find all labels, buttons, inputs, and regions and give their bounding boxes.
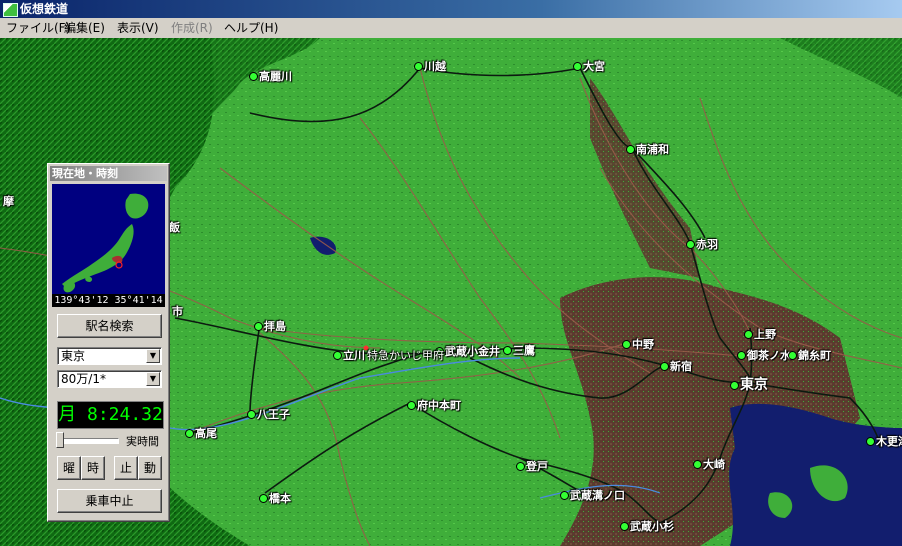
station-takao[interactable]: 高尾: [185, 425, 217, 441]
station-omiya[interactable]: 大宮: [573, 58, 605, 74]
station-search-button[interactable]: 駅名検索: [57, 314, 162, 338]
station-ochanomizu[interactable]: 御茶ノ水: [737, 347, 791, 363]
clock-display: 月 8:24.32: [57, 401, 164, 429]
station-marker-icon: [333, 351, 342, 360]
station-marker-icon: [693, 460, 702, 469]
station-shinjuku[interactable]: 新宿: [660, 358, 692, 374]
stop-ride-button[interactable]: 乗車中止: [57, 489, 162, 513]
station-kawagoe[interactable]: 川越: [414, 58, 446, 74]
station-tokyo[interactable]: 東京: [730, 374, 768, 394]
stop-button[interactable]: 止: [114, 456, 138, 480]
window-title: 仮想鉄道: [20, 2, 69, 16]
station-tachikawa[interactable]: 立川: [333, 347, 365, 363]
menu-create[interactable]: 作成(R): [171, 18, 213, 38]
station-marker-icon: [414, 62, 423, 71]
station-kinshicho[interactable]: 錦糸町: [788, 347, 831, 363]
station-marker-icon: [407, 401, 416, 410]
station-musashi-kosugi[interactable]: 武蔵小杉: [620, 518, 674, 534]
realtime-label: 実時間: [126, 435, 159, 448]
station-noborito[interactable]: 登戸: [516, 458, 548, 474]
station-marker-icon: [247, 410, 256, 419]
location-time-panel: 現在地・時刻 139°43'12 35°41'14 駅名検索 東京 ▼ 80万/…: [47, 163, 170, 522]
weekday-button[interactable]: 曜: [57, 456, 81, 480]
train-label[interactable]: 特急かいじ甲府: [367, 347, 444, 363]
menu-view[interactable]: 表示(V): [117, 18, 159, 38]
station-marker-icon: [254, 322, 263, 331]
station-marker-icon: [573, 62, 582, 71]
station-marker-icon: [744, 330, 753, 339]
station-marker-icon: [185, 429, 194, 438]
station-nakano[interactable]: 中野: [622, 336, 654, 352]
station-partial-han[interactable]: 飯: [169, 219, 180, 235]
station-partial-ichi[interactable]: 市: [172, 303, 183, 319]
app-icon: [3, 3, 18, 17]
station-marker-icon: [686, 240, 695, 249]
station-marker-icon: [560, 491, 569, 500]
station-haijima[interactable]: 拝島: [254, 318, 286, 334]
station-marker-icon: [620, 522, 629, 531]
station-kisarazu[interactable]: 木更津: [866, 433, 902, 449]
station-marker-icon: [622, 340, 631, 349]
time-speed-slider-thumb[interactable]: [56, 432, 64, 448]
station-marker-icon: [516, 462, 525, 471]
station-fuchu-hommachi[interactable]: 府中本町: [407, 397, 461, 413]
menu-edit[interactable]: 編集(E): [64, 18, 105, 38]
chevron-down-icon[interactable]: ▼: [146, 349, 160, 363]
japan-overview-map[interactable]: [52, 184, 165, 294]
coordinates-readout: 139°43'12 35°41'14: [52, 294, 165, 307]
station-marker-icon: [626, 145, 635, 154]
station-mitaka[interactable]: 三鷹: [503, 342, 535, 358]
station-select-value: 東京: [61, 349, 86, 363]
chevron-down-icon[interactable]: ▼: [146, 372, 160, 386]
station-akabane[interactable]: 赤羽: [686, 236, 718, 252]
japan-silhouette: [62, 193, 149, 293]
hour-button[interactable]: 時: [81, 456, 105, 480]
station-osaki[interactable]: 大崎: [693, 456, 725, 472]
menu-help[interactable]: ヘルプ(H): [224, 18, 278, 38]
station-marker-icon: [866, 437, 875, 446]
station-minami-urawa[interactable]: 南浦和: [626, 141, 669, 157]
station-marker-icon: [730, 381, 739, 390]
station-marker-icon: [259, 494, 268, 503]
station-partial-ma[interactable]: 摩: [3, 193, 14, 209]
title-bar: 仮想鉄道: [0, 0, 902, 18]
panel-title[interactable]: 現在地・時刻: [50, 166, 167, 181]
station-musashi-mizonokuchi[interactable]: 武蔵溝ノ口: [560, 487, 625, 503]
scale-select-value: 80万/1*: [61, 372, 106, 386]
move-button[interactable]: 動: [138, 456, 162, 480]
station-marker-icon: [660, 362, 669, 371]
station-marker-icon: [249, 72, 258, 81]
station-select[interactable]: 東京 ▼: [57, 347, 162, 365]
station-marker-icon: [503, 346, 512, 355]
station-ueno[interactable]: 上野: [744, 326, 776, 342]
station-hashimoto[interactable]: 橋本: [259, 490, 291, 506]
station-marker-icon: [788, 351, 797, 360]
menu-file[interactable]: ファイル(F): [6, 18, 70, 38]
station-marker-icon: [737, 351, 746, 360]
station-komagawa[interactable]: 高麗川: [249, 68, 292, 84]
menu-bar: ファイル(F) 編集(E) 表示(V) 作成(R) ヘルプ(H): [0, 18, 902, 39]
time-speed-slider-track[interactable]: [57, 438, 119, 444]
scale-select[interactable]: 80万/1* ▼: [57, 370, 162, 388]
station-hachioji[interactable]: 八王子: [247, 406, 290, 422]
station-musashi-koganei[interactable]: 武蔵小金井: [435, 343, 500, 359]
